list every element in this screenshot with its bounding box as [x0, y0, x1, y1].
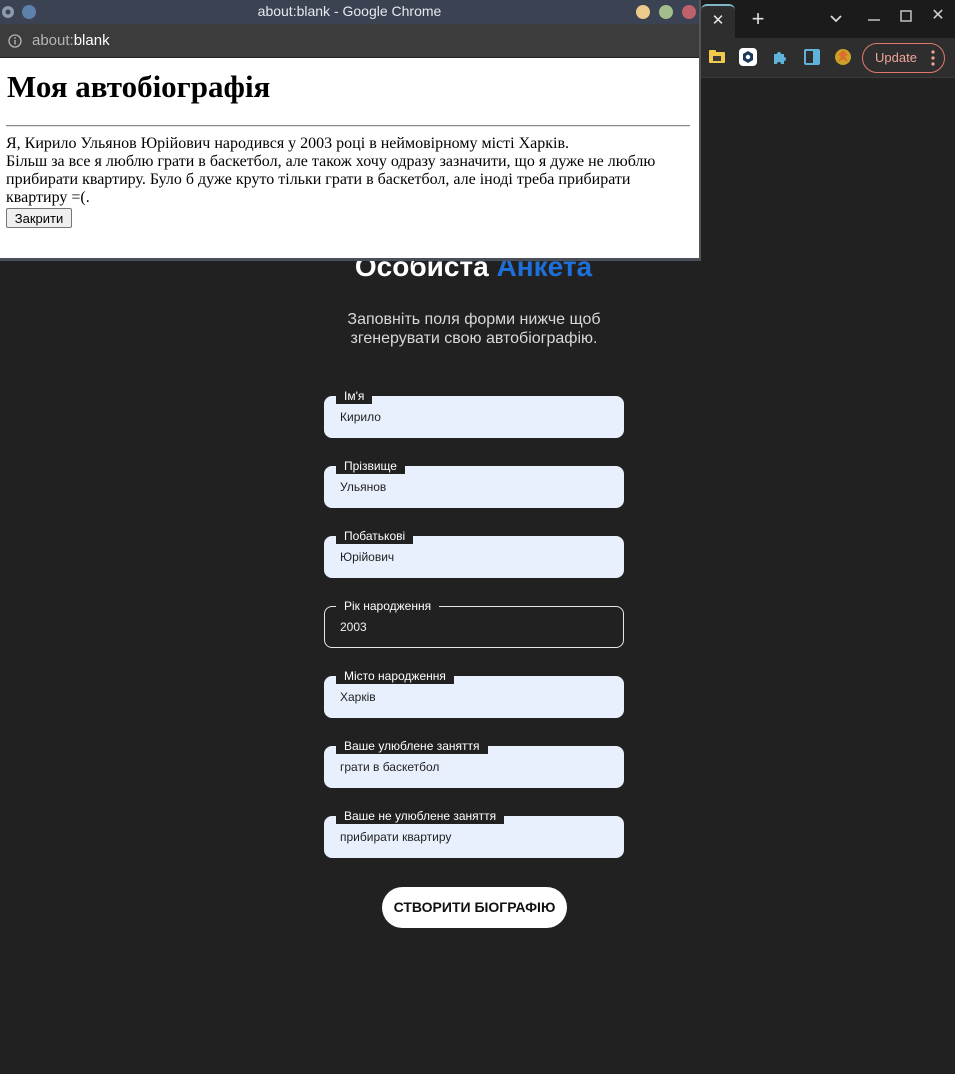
disliked-activity-value: прибирати квартиру [340, 830, 452, 844]
bio-line-2: Більш за все я люблю грати в баскетбол, … [6, 153, 656, 206]
tab-search-chevron-icon[interactable] [826, 10, 846, 28]
update-button[interactable]: Update [862, 43, 945, 73]
window-maximize-icon[interactable] [898, 8, 914, 26]
patronymic-field[interactable]: Юрійович Побатькові [324, 528, 624, 578]
bio-line-1: Я, Кирило Ульянов Юрійович народився у 2… [6, 135, 570, 152]
create-biography-button[interactable]: СТВОРИТИ БІОГРАФІЮ [382, 887, 567, 928]
bio-title: Моя автобіографія [7, 69, 271, 104]
bio-text: Я, Кирило Ульянов Юрійович народився у 2… [6, 135, 694, 207]
popup-titlebar[interactable]: about:blank - Google Chrome [0, 0, 699, 24]
folder-extension-icon[interactable] [707, 47, 727, 67]
window-minimize-icon[interactable] [866, 8, 882, 28]
birth-year-field[interactable]: 2003 Рік народження [324, 598, 624, 648]
patronymic-value: Юрійович [340, 550, 395, 564]
first-name-field[interactable]: Кирило Ім'я [324, 388, 624, 438]
url-text[interactable]: about:blank [32, 32, 110, 49]
url-scheme: about: [32, 32, 74, 49]
bio-divider [6, 125, 690, 127]
side-panel-icon[interactable] [802, 47, 822, 67]
page-subtitle: Заповніть поля форми нижче щоб згенерува… [347, 311, 601, 347]
code-extension-icon[interactable] [738, 47, 758, 67]
favorite-activity-field[interactable]: грати в баскетбол Ваше улюблене заняття [324, 738, 624, 788]
first-name-value: Кирило [340, 410, 381, 424]
profile-avatar-icon[interactable] [833, 47, 853, 67]
popup-window-title: about:blank - Google Chrome [257, 3, 442, 19]
tab-close-icon[interactable]: ✕ [709, 11, 727, 31]
favorite-activity-label: Ваше улюблене заняття [336, 738, 488, 754]
popup-window: about:blank - Google Chrome about:blank … [0, 0, 701, 261]
birth-city-value: Харків [340, 690, 376, 704]
site-info-icon[interactable] [8, 34, 22, 48]
last-name-field[interactable]: Ульянов Прізвище [324, 458, 624, 508]
birth-city-label: Місто народження [336, 668, 454, 684]
last-name-label: Прізвище [336, 458, 405, 474]
disliked-activity-label: Ваше не улюблене заняття [336, 808, 505, 824]
popup-close-icon[interactable] [682, 5, 696, 19]
more-menu-icon[interactable] [927, 49, 939, 67]
new-tab-button[interactable]: + [748, 8, 768, 30]
disliked-activity-field[interactable]: прибирати квартиру Ваше не улюблене заня… [324, 808, 624, 858]
first-name-label: Ім'я [336, 388, 373, 404]
window-close-icon[interactable]: ✕ [929, 6, 947, 26]
extensions-puzzle-icon[interactable] [770, 47, 790, 67]
create-biography-label: СТВОРИТИ БІОГРАФІЮ [393, 899, 556, 915]
popup-minimize-icon[interactable] [636, 5, 650, 19]
popup-page: Моя автобіографія Я, Кирило Ульянов Юрій… [0, 58, 699, 258]
update-label: Update [875, 50, 917, 65]
last-name-value: Ульянов [340, 480, 387, 494]
birth-year-value: 2003 [340, 620, 367, 634]
popup-address-bar[interactable]: about:blank [0, 24, 699, 58]
active-tab[interactable]: ✕ [701, 4, 735, 38]
popup-maximize-icon[interactable] [659, 5, 673, 19]
close-button[interactable]: Закрити [6, 208, 72, 228]
patronymic-label: Побатькові [336, 528, 414, 544]
birth-city-field[interactable]: Харків Місто народження [324, 668, 624, 718]
url-path: blank [73, 32, 110, 49]
birth-year-label: Рік народження [336, 598, 440, 614]
close-button-label: Закрити [14, 211, 64, 226]
favorite-activity-value: грати в баскетбол [340, 760, 440, 774]
